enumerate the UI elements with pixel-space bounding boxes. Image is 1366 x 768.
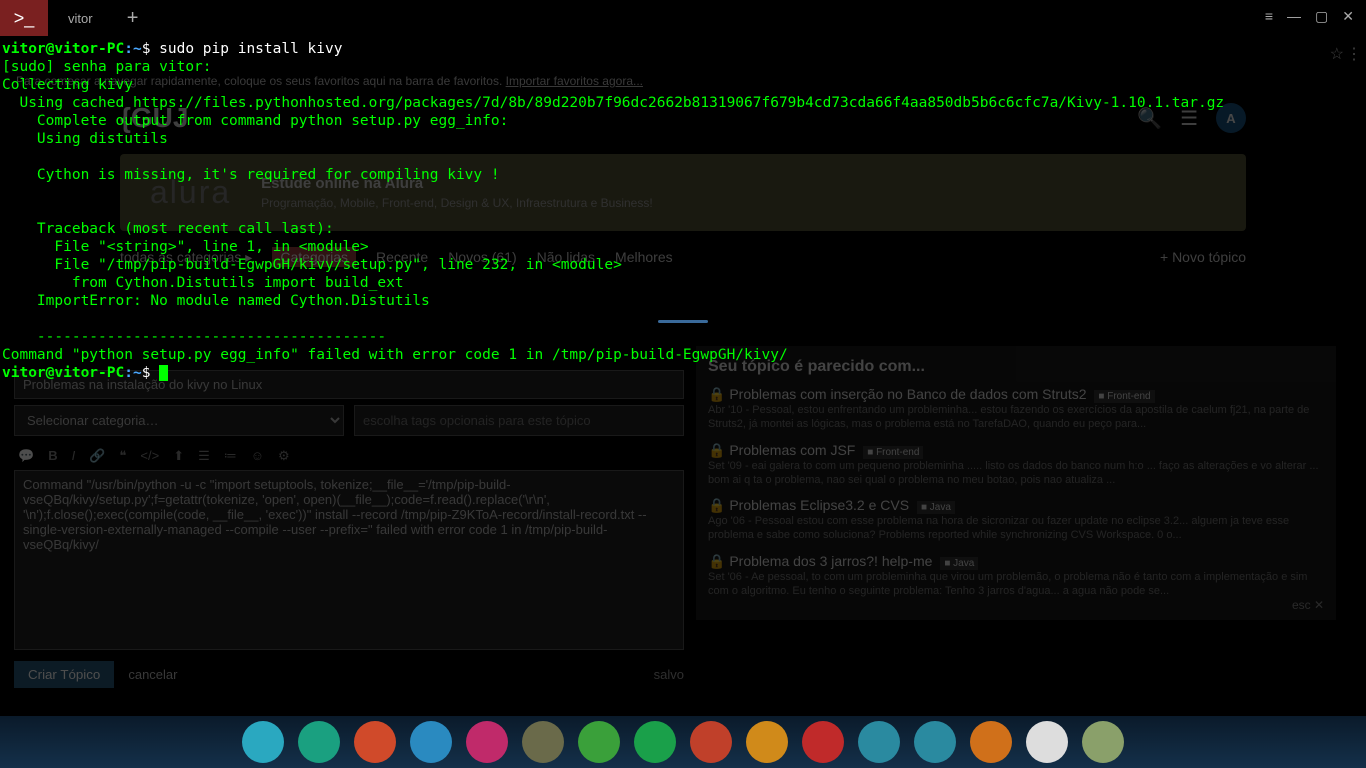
pane-splitter[interactable]	[0, 320, 1366, 324]
bold-icon: B	[48, 448, 57, 464]
clock-icon[interactable]	[1026, 721, 1068, 763]
command: sudo pip install kivy	[159, 41, 342, 57]
window-controls: ≡ — ▢ ✕	[1253, 0, 1366, 33]
deepin-launcher-icon[interactable]	[242, 721, 284, 763]
new-tab-button[interactable]: +	[113, 0, 153, 36]
composer-toolbar: 💬 B I 🔗 ❝ </> ⬆ ☰ ≔ ☺ ⚙	[14, 442, 684, 470]
gear-icon: ⚙	[278, 448, 290, 464]
prompt-path: ~	[133, 41, 142, 57]
terminal-output[interactable]: vitor@vitor-PC:~$ sudo pip install kivy …	[0, 36, 1366, 386]
link-icon: 🔗	[89, 448, 105, 464]
tab-label: vitor	[48, 0, 113, 36]
suggested-item: 🔒 Problemas Eclipse3.2 e CVS ■ JavaAgo '…	[708, 497, 1324, 543]
trash-icon[interactable]	[1082, 721, 1124, 763]
close-button[interactable]: ✕	[1342, 8, 1354, 25]
quote-icon: ❝	[119, 448, 126, 464]
wifi-icon[interactable]	[914, 721, 956, 763]
create-topic-button: Criar Tópico	[14, 661, 114, 688]
prompt-user: vitor@vitor-PC	[2, 41, 124, 57]
suggested-item: 🔒 Problema dos 3 jarros?! help-me ■ Java…	[708, 553, 1324, 599]
minimize-button[interactable]: —	[1287, 8, 1301, 25]
prompt-dollar: $	[142, 41, 151, 57]
updater-icon[interactable]	[970, 721, 1012, 763]
titlebar: >_ vitor + ≡ — ▢ ✕	[0, 0, 1366, 36]
emoji-icon: ☺	[251, 448, 264, 464]
prompt-user-2: vitor@vitor-PC	[2, 365, 124, 381]
prompt-dollar-2: $	[142, 365, 151, 381]
chrome-icon[interactable]	[578, 721, 620, 763]
category-select: Selecionar categoria…	[14, 405, 344, 436]
saved-label: salvo	[654, 667, 684, 682]
tags-input	[354, 405, 684, 436]
suggested-item: 🔒 Problemas com JSF ■ Front-endSet '09 -…	[708, 442, 1324, 488]
file-manager-icon[interactable]	[410, 721, 452, 763]
topic-composer: Selecionar categoria… 💬 B I 🔗 ❝ </> ⬆ ☰ …	[14, 370, 684, 688]
cursor	[159, 365, 168, 381]
terminal-icon[interactable]	[690, 721, 732, 763]
deepin-multitask-icon[interactable]	[298, 721, 340, 763]
italic-icon: I	[72, 448, 76, 464]
app-store-icon[interactable]	[466, 721, 508, 763]
browser2-icon[interactable]	[858, 721, 900, 763]
suggested-topics: Seu tópico é parecido com... 🔒 Problemas…	[696, 346, 1336, 620]
prompt-sep-2: :	[124, 365, 133, 381]
prompt-path-2: ~	[133, 365, 142, 381]
upload-icon: ⬆	[173, 448, 184, 464]
settings-icon[interactable]	[522, 721, 564, 763]
maximize-button[interactable]: ▢	[1315, 8, 1328, 25]
power-icon[interactable]	[746, 721, 788, 763]
menu-icon[interactable]: ≡	[1265, 8, 1273, 25]
terminal-icon: >_	[0, 0, 48, 36]
cancel-link: cancelar	[128, 667, 177, 682]
list-ol-icon: ≔	[224, 448, 237, 464]
spotify-icon[interactable]	[634, 721, 676, 763]
prompt-sep: :	[124, 41, 133, 57]
speech-icon: 💬	[18, 448, 34, 464]
topic-body-textarea: Command "/usr/bin/python -u -c "import s…	[14, 470, 684, 650]
wps-office-icon[interactable]	[354, 721, 396, 763]
dock	[0, 716, 1366, 768]
terminal-tab[interactable]: >_ vitor	[0, 0, 113, 36]
list-ul-icon: ☰	[198, 448, 210, 464]
code-icon: </>	[140, 448, 159, 464]
esc-close: esc ✕	[1292, 598, 1324, 612]
mega-icon[interactable]	[802, 721, 844, 763]
suggested-item: 🔒 Problemas com inserção no Banco de dad…	[708, 386, 1324, 432]
